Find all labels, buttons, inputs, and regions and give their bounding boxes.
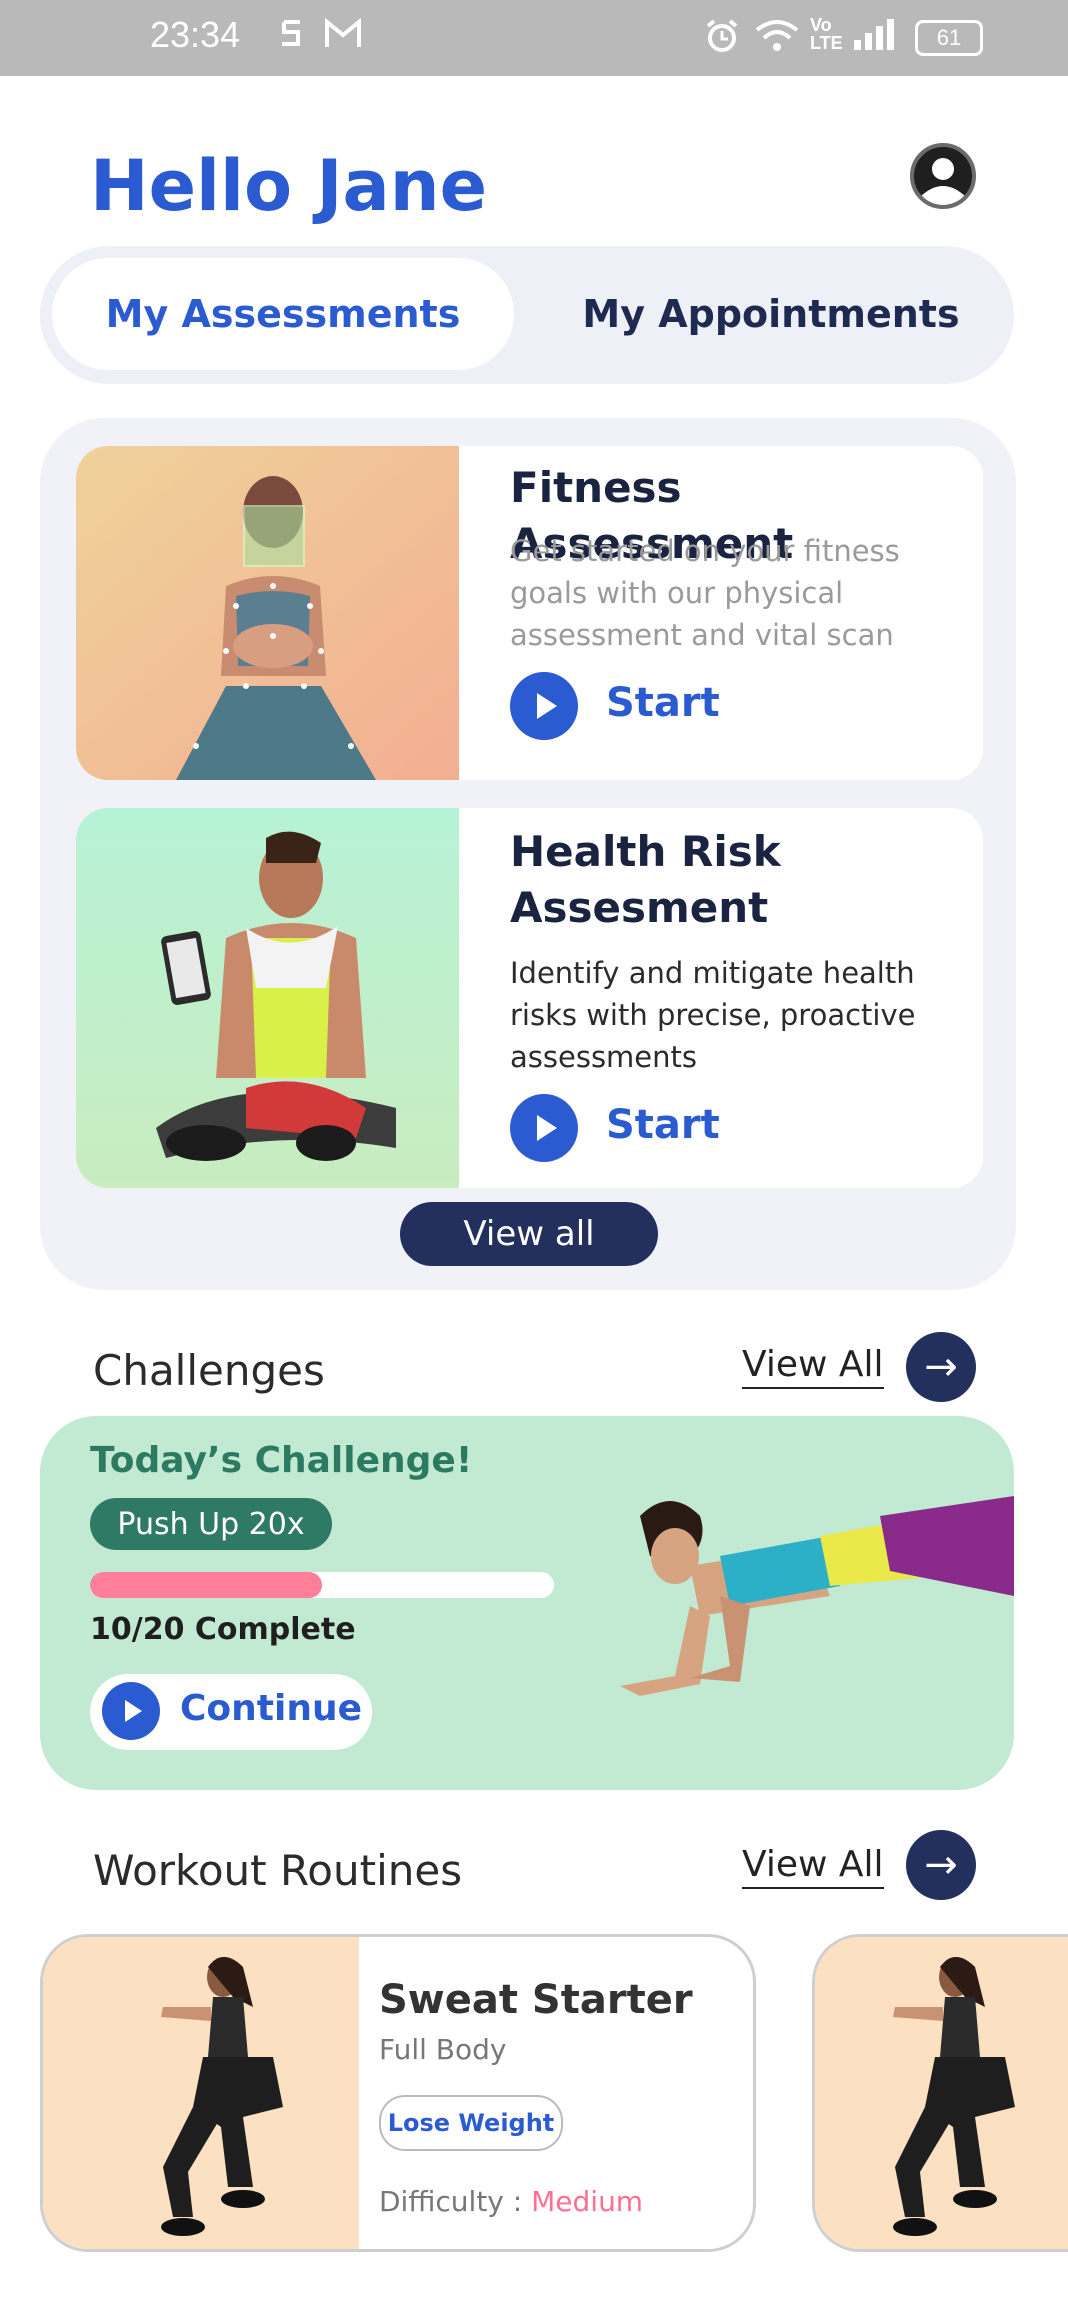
workouts-view-all-link[interactable]: View All bbox=[742, 1844, 884, 1889]
battery-icon: 61 bbox=[915, 20, 983, 56]
workout-card-partial[interactable] bbox=[812, 1934, 1068, 2252]
workout-goal-tag: Lose Weight bbox=[379, 2095, 563, 2151]
challenge-title: Today’s Challenge! bbox=[90, 1440, 473, 1481]
workout-difficulty: Difficulty : Medium bbox=[379, 2185, 643, 2218]
todays-challenge-card[interactable]: Today’s Challenge! Push Up 20x 10/20 Com… bbox=[40, 1416, 1014, 1790]
signal-icon bbox=[852, 18, 898, 56]
play-icon[interactable] bbox=[510, 672, 578, 740]
status-bar: 23:34 Vo LTE 61 bbox=[0, 0, 1068, 76]
pushup-image bbox=[580, 1456, 1014, 1756]
arrow-right-icon[interactable]: → bbox=[906, 1830, 976, 1900]
challenge-progress-bar bbox=[90, 1572, 554, 1598]
workout-subtitle: Full Body bbox=[379, 2033, 507, 2066]
status-time: 23:34 bbox=[150, 14, 241, 55]
workout-title: Sweat Starter bbox=[379, 1977, 693, 2023]
difficulty-value: Medium bbox=[531, 2185, 644, 2218]
s-notification-icon bbox=[278, 16, 306, 60]
continue-button[interactable]: Continue bbox=[90, 1674, 372, 1750]
challenge-progress-fill bbox=[90, 1572, 322, 1598]
challenge-exercise-badge: Push Up 20x bbox=[90, 1498, 332, 1550]
difficulty-label: Difficulty : bbox=[379, 2185, 532, 2218]
volte-icon: Vo LTE bbox=[810, 15, 843, 53]
challenges-title: Challenges bbox=[93, 1346, 325, 1395]
health-risk-assessment-card[interactable]: Health Risk Assesment Identify and mitig… bbox=[76, 808, 983, 1188]
continue-label: Continue bbox=[180, 1688, 363, 1729]
start-button[interactable]: Start bbox=[606, 1102, 720, 1148]
gmail-icon bbox=[324, 17, 362, 58]
arrow-right-icon[interactable]: → bbox=[906, 1332, 976, 1402]
page-title: Hello Jane bbox=[90, 145, 488, 227]
workout-card[interactable]: Sweat Starter Full Body Lose Weight Diff… bbox=[40, 1934, 756, 2252]
play-icon[interactable] bbox=[510, 1094, 578, 1162]
workout-image bbox=[43, 1937, 359, 2249]
tab-my-appointments[interactable]: My Appointments bbox=[540, 258, 1002, 370]
fitness-assessment-image bbox=[76, 446, 459, 780]
card-description: Identify and mitigate health risks with … bbox=[510, 956, 916, 1074]
challenge-progress-text: 10/20 Complete bbox=[90, 1612, 356, 1647]
play-icon bbox=[102, 1682, 160, 1740]
account-circle-icon[interactable] bbox=[910, 143, 976, 209]
health-risk-assessment-image bbox=[76, 808, 459, 1188]
view-all-assessments-button[interactable]: View all bbox=[400, 1202, 658, 1266]
workout-routines-title: Workout Routines bbox=[93, 1846, 463, 1895]
fitness-assessment-card[interactable]: Fitness Assessment Get started on your f… bbox=[76, 446, 983, 780]
alarm-icon bbox=[704, 18, 740, 58]
challenges-view-all-link[interactable]: View All bbox=[742, 1344, 884, 1389]
wifi-icon bbox=[754, 18, 800, 58]
tab-my-assessments[interactable]: My Assessments bbox=[52, 258, 514, 370]
workout-image bbox=[815, 1937, 1068, 2249]
card-description: Get started on your fitness goals with o… bbox=[510, 534, 900, 652]
start-button[interactable]: Start bbox=[606, 680, 720, 726]
card-title: Health Risk Assesment bbox=[510, 827, 781, 932]
